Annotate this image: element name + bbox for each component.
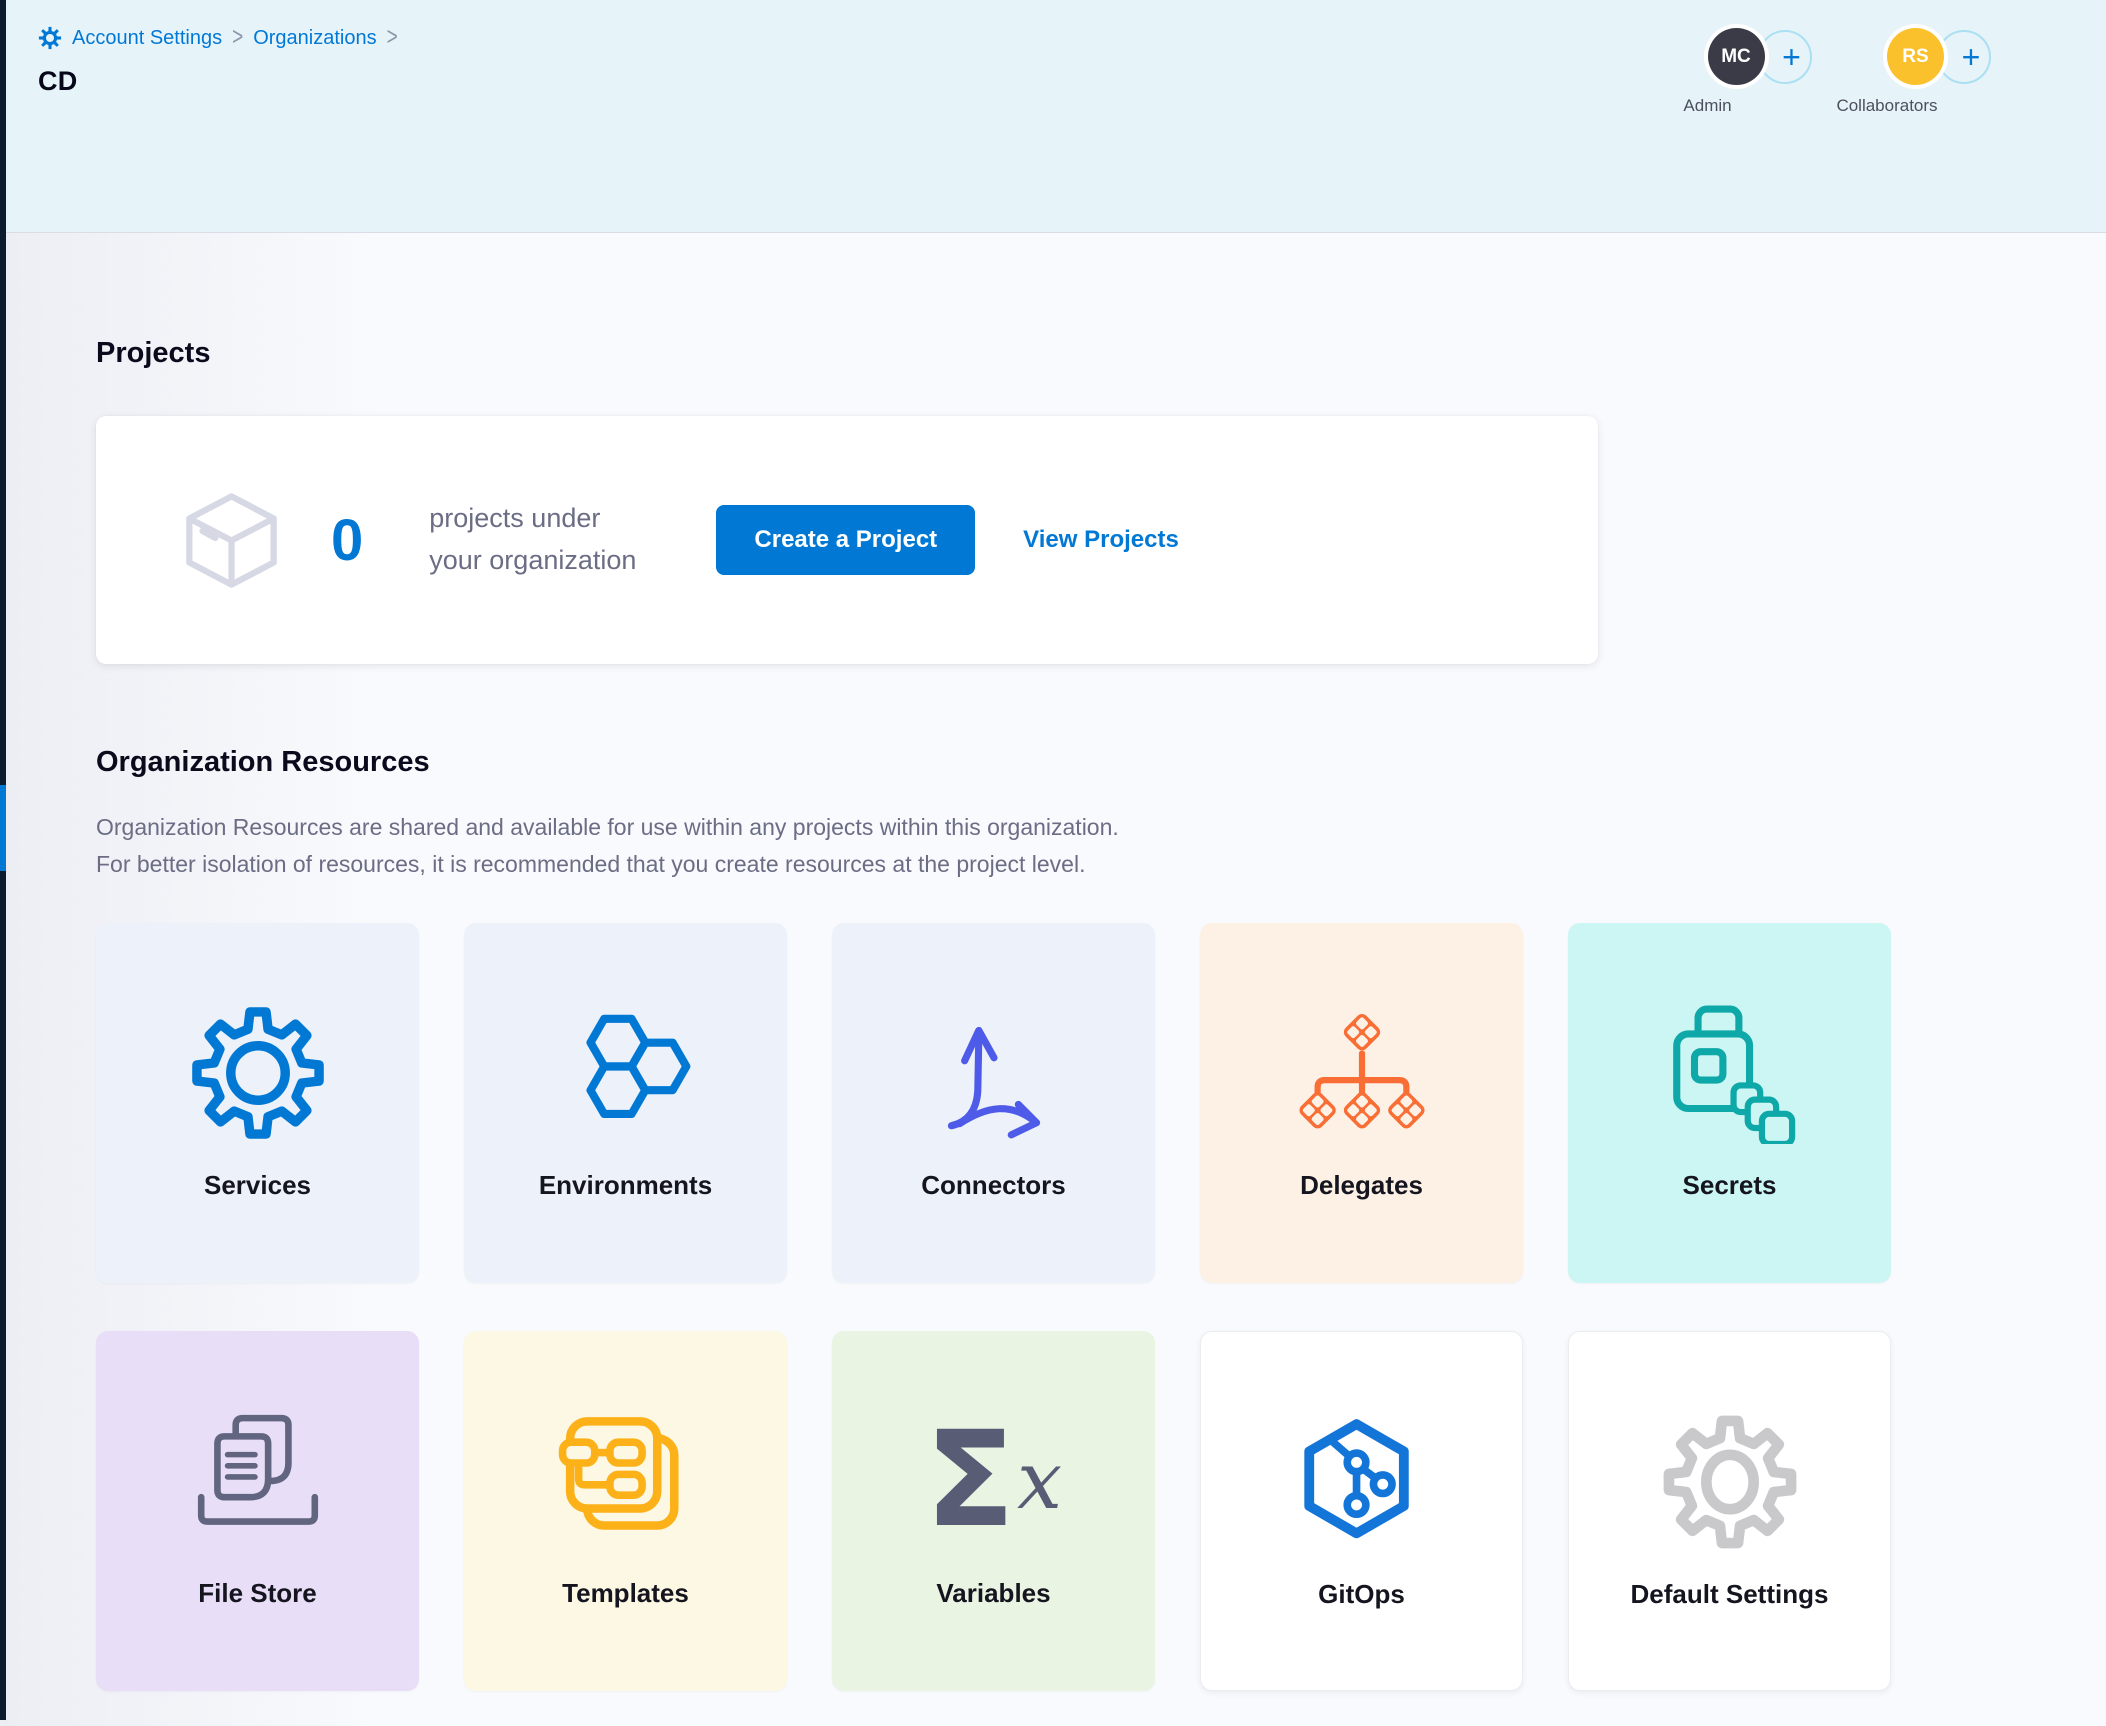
hexagons-icon <box>546 1001 706 1146</box>
resource-card-variables[interactable]: Σ x Variables <box>832 1331 1155 1691</box>
settings-gear-icon <box>38 26 62 50</box>
project-desc-line1: projects under <box>429 498 636 540</box>
collaborators-label: Collaborators <box>1836 96 1937 116</box>
admin-avatar[interactable]: MC <box>1708 28 1765 85</box>
left-edge-nav-strip <box>0 0 6 1720</box>
breadcrumb-separator: > <box>232 23 243 53</box>
resource-card-label: Variables <box>936 1578 1050 1609</box>
resources-desc-line1: Organization Resources are shared and av… <box>96 814 1119 840</box>
sigma-x-icon: Σ x <box>914 1409 1074 1554</box>
project-cube-icon <box>174 478 289 603</box>
create-project-button[interactable]: Create a Project <box>716 505 975 575</box>
page-header: Account Settings > Organizations > CD + … <box>0 0 2106 233</box>
view-projects-link[interactable]: View Projects <box>1023 526 1179 554</box>
resource-card-secrets[interactable]: Secrets <box>1568 923 1891 1283</box>
resource-card-file-store[interactable]: File Store <box>96 1331 419 1691</box>
page-title: CD <box>38 66 78 97</box>
admin-label: Admin <box>1683 96 1731 116</box>
add-collaborator-button[interactable]: + <box>1937 30 1991 84</box>
projects-heading: Projects <box>96 233 2106 370</box>
breadcrumb-organizations[interactable]: Organizations <box>253 27 376 50</box>
resource-card-templates[interactable]: Templates <box>464 1331 787 1691</box>
resource-card-services[interactable]: Services <box>96 923 419 1283</box>
resource-card-grid: Services Environments <box>96 923 1893 1726</box>
project-desc-line2: your organization <box>429 540 636 582</box>
gear-icon <box>178 1001 338 1146</box>
resource-card-label: Secrets <box>1683 1170 1777 1201</box>
documents-tray-icon <box>178 1409 338 1554</box>
resource-card-environments[interactable]: Environments <box>464 923 787 1283</box>
resource-card-label: Environments <box>539 1170 712 1201</box>
resource-card-label: Default Settings <box>1631 1579 1829 1610</box>
resource-card-label: GitOps <box>1318 1579 1405 1610</box>
resource-card-label: Templates <box>562 1578 689 1609</box>
resources-desc-line2: For better isolation of resources, it is… <box>96 851 1085 877</box>
projects-summary-card: 0 projects under your organization Creat… <box>96 416 1598 664</box>
resource-card-label: Delegates <box>1300 1170 1423 1201</box>
resource-card-label: File Store <box>198 1578 316 1609</box>
resource-card-gitops[interactable]: GitOps <box>1200 1331 1523 1691</box>
collaborators-group: + RS Collaborators <box>1828 28 1946 116</box>
resources-description: Organization Resources are shared and av… <box>96 809 2106 883</box>
resource-card-label: Services <box>204 1170 311 1201</box>
admin-group: + MC Admin <box>1650 28 1765 116</box>
resource-card-connectors[interactable]: Connectors <box>832 923 1155 1283</box>
resource-card-default-settings[interactable]: Default Settings <box>1568 1331 1891 1691</box>
gear-gray-icon <box>1650 1410 1810 1555</box>
resources-heading: Organization Resources <box>96 746 2106 779</box>
breadcrumb-separator: > <box>387 23 398 53</box>
add-admin-button[interactable]: + <box>1758 30 1812 84</box>
git-hexagon-icon <box>1282 1410 1442 1555</box>
lock-chain-icon <box>1650 1001 1810 1146</box>
resource-card-label: Connectors <box>921 1170 1065 1201</box>
left-edge-accent <box>0 785 6 871</box>
project-count-description: projects under your organization <box>429 498 636 582</box>
hierarchy-icon <box>1282 1001 1442 1146</box>
main-content: Projects 0 projects under your organizat… <box>0 233 2106 1726</box>
stacked-cards-icon <box>546 1409 706 1554</box>
breadcrumb: Account Settings > Organizations > <box>38 26 398 50</box>
sigma-glyph: Σ <box>925 1420 1015 1541</box>
project-count: 0 <box>331 507 363 574</box>
collaborator-avatar[interactable]: RS <box>1887 28 1944 85</box>
breadcrumb-account-settings[interactable]: Account Settings <box>72 27 222 50</box>
resource-card-delegates[interactable]: Delegates <box>1200 923 1523 1283</box>
arrows-icon <box>914 1001 1074 1146</box>
x-glyph: x <box>1017 1434 1062 1527</box>
